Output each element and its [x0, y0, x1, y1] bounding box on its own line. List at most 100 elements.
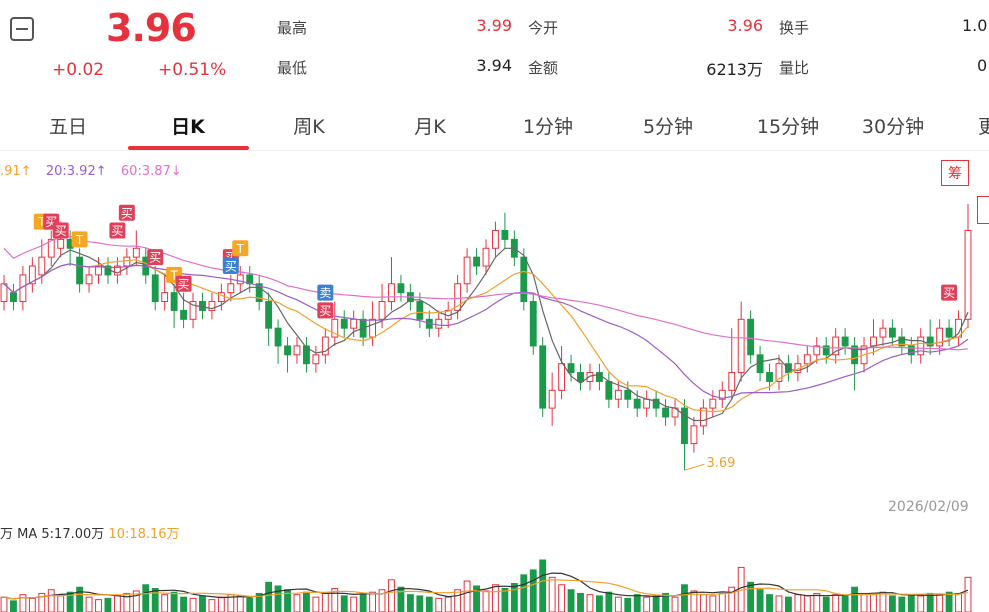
volume-bar	[633, 594, 641, 612]
volume-bar	[851, 586, 859, 612]
volume-unit: 万	[0, 527, 14, 542]
candle-body	[227, 283, 235, 294]
volume-bar	[520, 574, 528, 612]
candle-body	[85, 274, 93, 285]
volume-bar	[161, 594, 169, 612]
candle-body	[76, 256, 84, 285]
candle-body	[151, 274, 159, 303]
signal-tag-label: 买	[178, 277, 190, 291]
volume-bar	[10, 600, 17, 612]
volume-bar	[548, 576, 556, 612]
volume-bar	[529, 569, 537, 612]
candle-body	[416, 301, 424, 320]
candle-body	[539, 345, 547, 409]
volume-bar	[199, 595, 206, 612]
volume-bar	[718, 592, 726, 612]
volume-bar	[482, 590, 490, 612]
candle-body	[747, 318, 755, 356]
volume-bar	[709, 595, 717, 612]
volume-bar	[274, 585, 282, 612]
candle-body	[766, 372, 773, 382]
volume-bar	[756, 589, 764, 612]
volume-bar	[236, 595, 244, 612]
candle-body	[945, 327, 953, 338]
volume-bar	[586, 594, 594, 612]
volume-bar	[955, 592, 962, 612]
candlestick-chart: 3.69T 买买T买买买T买买T买卖买买	[0, 203, 972, 612]
candle-body	[463, 256, 471, 285]
candle-body	[482, 247, 490, 267]
volume-bar	[832, 594, 840, 612]
volume-bar	[822, 596, 830, 612]
candle-body	[284, 345, 291, 356]
volume-bar	[681, 584, 688, 612]
signal-tag-label: 买	[943, 286, 955, 300]
candle-body	[964, 230, 972, 320]
volume-bar	[406, 594, 414, 612]
candle-body	[624, 389, 632, 400]
low-price-label: 3.69	[706, 456, 735, 471]
ma20-line	[3, 263, 969, 399]
volume-bar	[558, 584, 566, 612]
candle-body	[888, 327, 896, 338]
candle-body	[293, 345, 301, 356]
volume-bar	[265, 581, 273, 612]
candle-body	[492, 230, 499, 249]
candle-body	[265, 301, 273, 329]
signal-tag-label: 买	[111, 224, 123, 238]
volume-bar	[870, 594, 877, 612]
volume-bar	[28, 597, 36, 612]
volume-bar	[671, 596, 679, 612]
candle-body	[132, 247, 140, 258]
candle-body	[558, 363, 566, 391]
volume-bar	[879, 591, 887, 612]
volume-bar	[794, 594, 802, 612]
volume-bar	[492, 584, 499, 612]
volume-bar	[321, 592, 329, 612]
volume-bar	[907, 594, 915, 612]
volume-bar	[76, 586, 84, 612]
ma10-line	[3, 259, 969, 413]
volume-bar	[189, 597, 197, 612]
signal-tag-label: 买	[225, 260, 237, 274]
volume-bar	[369, 591, 377, 612]
candle-body	[312, 354, 320, 365]
candle-body	[690, 425, 698, 445]
candle-body	[388, 283, 395, 303]
volume-bar	[785, 596, 792, 612]
candle-body	[614, 389, 622, 400]
volume-bar	[775, 595, 783, 612]
candle-body	[803, 354, 811, 365]
volume-bar	[85, 596, 93, 612]
volume-bar	[936, 594, 944, 612]
candle-body	[917, 336, 925, 356]
signal-tag-label: T	[236, 242, 245, 256]
volume-bar	[359, 594, 367, 612]
signal-tag-label: 买	[319, 304, 331, 318]
candle-body	[236, 274, 244, 285]
signal-tag-label: T	[75, 233, 84, 247]
candle-body	[180, 309, 187, 320]
volume-bar	[964, 576, 972, 612]
volume-bar	[435, 597, 443, 612]
candle-body	[633, 398, 641, 409]
candle-body	[520, 256, 528, 303]
signal-tag-label: 买	[149, 251, 161, 265]
volume-bar	[57, 595, 65, 612]
volume-legend: 万 MA 5:17.00万 10:18.16万	[0, 523, 180, 542]
volume-bar	[577, 592, 584, 612]
candle-body	[643, 398, 651, 409]
volume-bar	[643, 596, 651, 612]
candle-body	[123, 256, 131, 267]
candle-body	[435, 318, 443, 329]
signal-tag-label: 买	[121, 206, 133, 220]
volume-bar	[113, 595, 121, 612]
volume-bar	[47, 589, 55, 612]
volume-bar	[567, 589, 575, 612]
volume-bar	[246, 597, 254, 612]
volume-bar	[454, 589, 462, 612]
volume-ma10: 10:18.16万	[108, 527, 180, 542]
volume-bar	[0, 596, 8, 612]
volume-bar	[170, 591, 178, 612]
volume-bar	[888, 595, 896, 612]
